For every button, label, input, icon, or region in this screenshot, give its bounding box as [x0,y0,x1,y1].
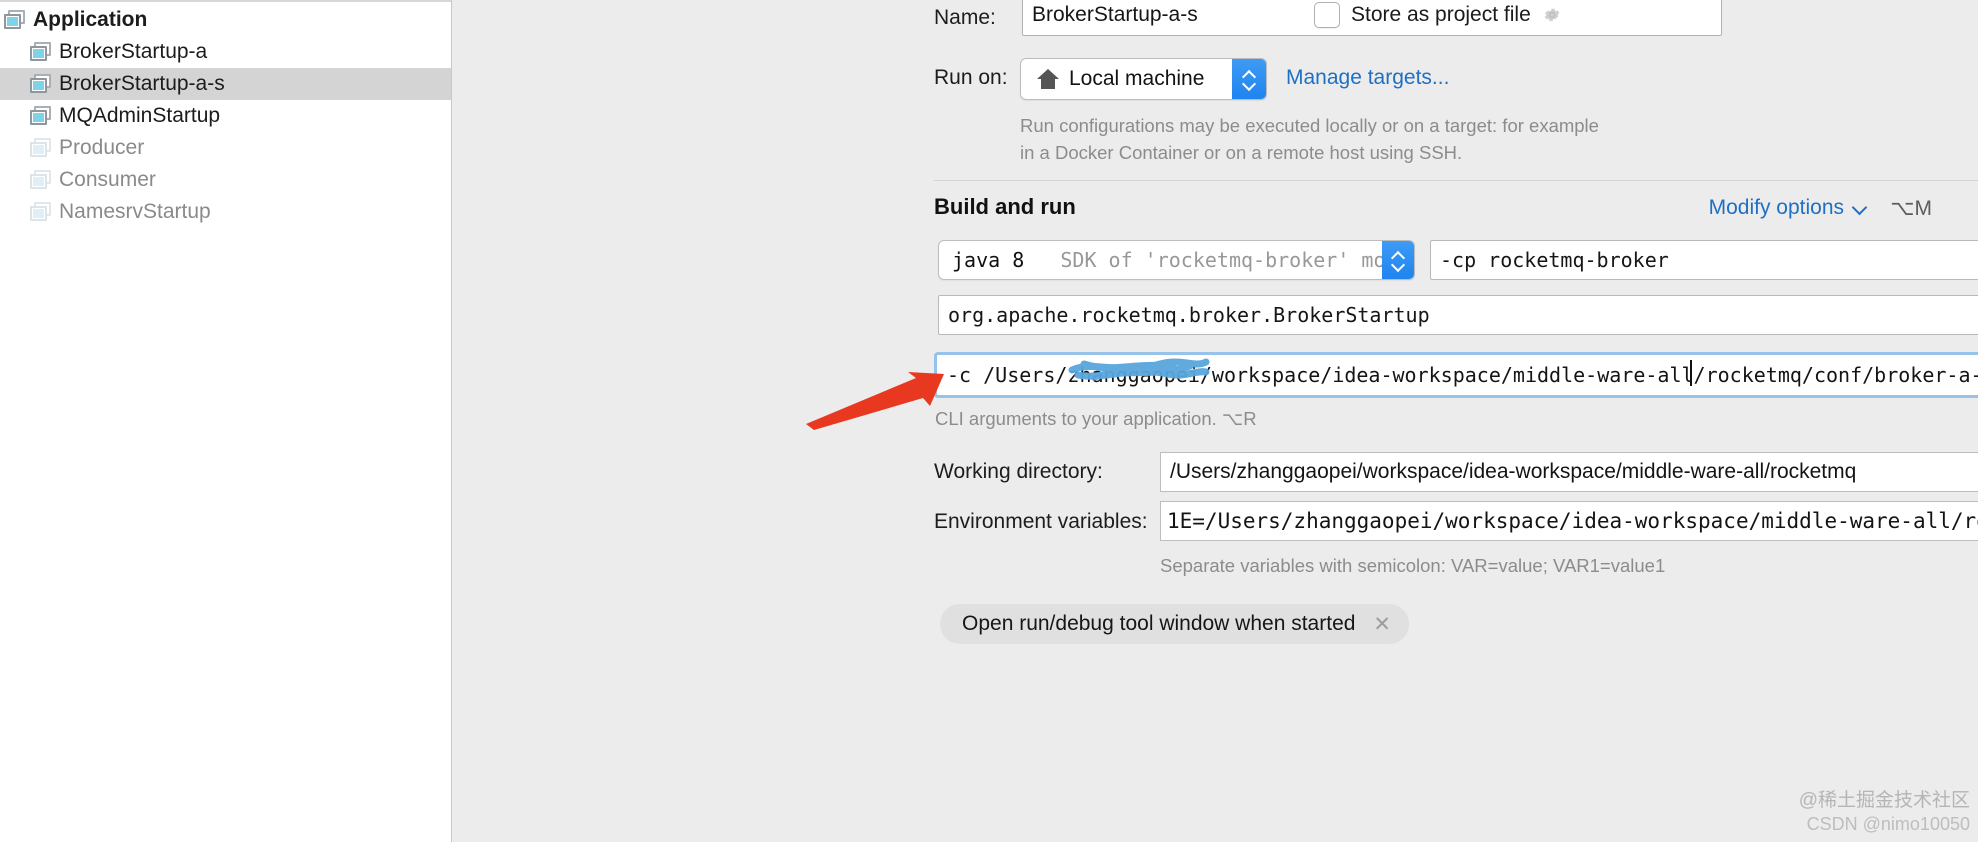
sidebar-top-divider [0,0,451,2]
run-on-value: Local machine [1069,67,1205,90]
chevron-down-icon [1243,81,1255,88]
open-run-debug-tool-window-chip[interactable]: Open run/debug tool window when started … [940,604,1410,644]
working-directory-input[interactable]: /Users/zhanggaopei/workspace/idea-worksp… [1160,452,1978,492]
modify-options-label: Modify options [1708,196,1844,219]
section-divider [934,180,1978,181]
main-class-input[interactable]: org.apache.rocketmq.broker.BrokerStartup [938,295,1978,335]
configurations-tree-sidebar: Application BrokerStartup-a BrokerStartu… [0,0,452,842]
run-on-label: Run on: [934,66,1008,89]
run-on-hint-text: Run configurations may be executed local… [1020,115,1599,163]
chip-label: Open run/debug tool window when started [962,612,1356,635]
jre-description: SDK of 'rocketmq-broker' modul [1060,248,1415,272]
jre-stepper-button[interactable] [1382,241,1414,279]
cli-arguments-field-wrapper: -c /Users/zhanggaopei/workspace/idea-wor… [934,352,1978,398]
modify-options-link[interactable]: Modify options [1709,196,1866,220]
tree-item-mqadminstartup[interactable]: MQAdminStartup [0,100,451,132]
build-and-run-title: Build and run [934,194,1076,219]
tree-item-producer[interactable]: Producer [0,132,451,164]
tree-item-consumer[interactable]: Consumer [0,164,451,196]
chevron-down-icon [1392,262,1404,269]
close-icon[interactable]: ✕ [1373,612,1391,637]
tree-item-label: BrokerStartup-a [59,40,208,63]
gear-icon[interactable] [1542,5,1562,25]
name-label: Name: [934,6,996,29]
manage-targets-link[interactable]: Manage targets... [1286,66,1449,90]
run-configuration-icon [30,202,52,222]
configuration-editor-panel: Name: BrokerStartup-a-s Store as project… [452,0,1978,842]
environment-variables-input[interactable]: 1E=/Users/zhanggaopei/workspace/idea-wor… [1160,501,1978,541]
main-class-field-wrapper: org.apache.rocketmq.broker.BrokerStartup [938,295,1978,335]
environment-variables-hint: Separate variables with semicolon: VAR=v… [1160,555,1666,576]
tree-item-label: MQAdminStartup [59,104,221,127]
cli-arguments-value: -c /Users/zhanggaopei/workspace/idea-wor… [947,363,1978,387]
text-caret [1690,360,1692,386]
store-as-project-file-row[interactable]: Store as project file [1314,2,1562,28]
jre-selected: java 8 [952,248,1025,272]
modify-options-shortcut: ⌥M [1890,197,1932,220]
working-directory-row: Working directory: /Users/zhanggaopei/wo… [934,452,1978,492]
cli-arguments-hint: CLI arguments to your application. ⌥R [935,408,1257,429]
run-configuration-icon [30,42,52,62]
tree-item-label: NamesrvStartup [59,200,211,223]
environment-variables-label: Environment variables: [934,510,1148,533]
tree-item-namesrvstartup[interactable]: NamesrvStartup [0,196,451,228]
run-configuration-icon [30,170,52,190]
tree-item-application[interactable]: Application [0,4,451,36]
chevron-down-icon [1853,204,1866,212]
store-as-project-file-label: Store as project file [1351,3,1531,26]
application-group-icon [4,10,26,30]
tree-item-label: BrokerStartup-a-s [59,72,225,95]
run-on-combobox[interactable]: Local machine [1020,58,1267,100]
tree-item-brokerstartup-a[interactable]: BrokerStartup-a [0,36,451,68]
classpath-field-wrapper: -cp rocketmq-broker [1430,240,1978,280]
run-on-row: Run on: Local machine Manage targets... [934,58,1934,100]
run-configuration-icon [30,106,52,126]
classpath-combobox[interactable]: -cp rocketmq-broker [1430,240,1978,280]
tree-item-label: Producer [59,136,145,159]
watermark-line-1: @稀土掘金技术社区 [1798,789,1970,811]
watermark: @稀土掘金技术社区 CSDN @nimo10050 [1799,789,1970,836]
jre-value: java 8 SDK of 'rocketmq-broker' modul [939,248,1415,272]
run-debug-configurations-dialog: Application BrokerStartup-a BrokerStartu… [0,0,1978,842]
cli-arguments-input[interactable]: -c /Users/zhanggaopei/workspace/idea-wor… [938,356,1978,394]
store-as-project-file-checkbox[interactable] [1314,2,1340,28]
jre-selector-row: java 8 SDK of 'rocketmq-broker' modul [938,240,1415,280]
run-on-stepper-button[interactable] [1232,59,1266,99]
run-configuration-icon [30,138,52,158]
tree-item-brokerstartup-a-s[interactable]: BrokerStartup-a-s [0,68,451,100]
jre-combobox[interactable]: java 8 SDK of 'rocketmq-broker' modul [938,240,1415,280]
working-directory-label: Working directory: [934,460,1103,483]
home-icon [1037,69,1059,89]
run-configuration-icon [30,74,52,94]
watermark-line-2: CSDN @nimo10050 [1806,813,1970,834]
tree-item-label: Consumer [59,168,156,191]
tree-item-label: Application [33,8,148,31]
environment-variables-row: Environment variables: 1E=/Users/zhangga… [934,501,1978,541]
annotation-arrow [806,372,944,430]
